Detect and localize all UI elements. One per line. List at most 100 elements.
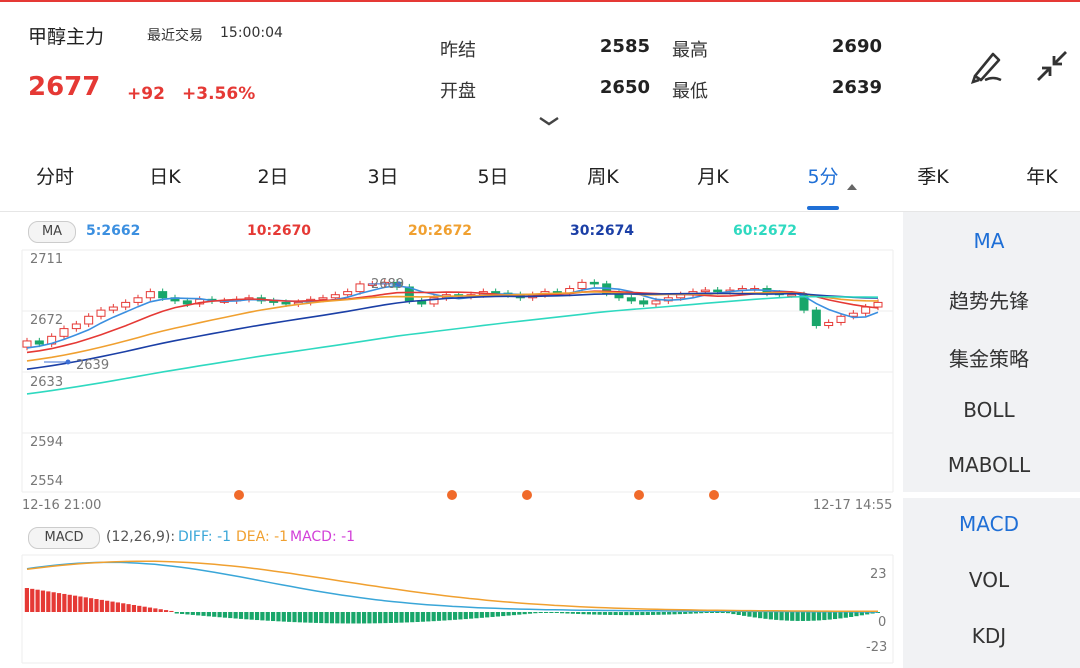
- macd-bar: [458, 612, 463, 620]
- collapse-arrows-icon[interactable]: [1030, 44, 1074, 88]
- macd-bar: [40, 590, 46, 612]
- macd-bar: [324, 612, 329, 624]
- macd-bar: [570, 612, 575, 614]
- macd-bar: [741, 612, 747, 616]
- macd-bar: [313, 612, 319, 623]
- macd-dea: DEA: -1: [236, 529, 289, 545]
- macd-bar: [538, 612, 543, 613]
- price-tick: 2554: [30, 474, 64, 489]
- macd-bar: [597, 612, 602, 615]
- macd-bar: [511, 612, 517, 616]
- macd-bar: [725, 612, 731, 614]
- macd-bar: [404, 612, 410, 623]
- macd-bar: [683, 612, 688, 614]
- macd-bar: [442, 612, 447, 621]
- macd-bar: [228, 612, 233, 619]
- macd-bar: [688, 612, 693, 614]
- macd-bar: [180, 612, 185, 614]
- macd-bar: [581, 612, 586, 615]
- macd-bar: [361, 612, 367, 624]
- sub-indicator-kdj[interactable]: KDJ: [903, 624, 1075, 648]
- indicator-option-strategy[interactable]: 集金策略: [903, 343, 1075, 372]
- macd-bar: [790, 612, 795, 621]
- high-annotation: 2689: [371, 277, 405, 292]
- macd-bar: [731, 612, 736, 615]
- macd-bar: [115, 602, 120, 612]
- candle-body: [71, 323, 81, 330]
- macd-bar: [271, 612, 276, 622]
- indicator-option-trend[interactable]: 趋势先锋: [903, 285, 1075, 314]
- indicator-option-ma[interactable]: MA: [903, 229, 1075, 253]
- ma30-line: [26, 292, 879, 370]
- macd-bar: [46, 591, 51, 612]
- time-end: 12-17 14:55: [813, 498, 893, 513]
- sub-indicator-vol[interactable]: VOL: [903, 568, 1075, 592]
- macd-bar: [720, 612, 725, 613]
- macd-bar: [24, 588, 29, 612]
- macd-bar: [709, 612, 715, 613]
- kline-chart[interactable]: [0, 0, 903, 668]
- candle-body: [59, 328, 69, 337]
- macd-bar: [163, 610, 169, 612]
- macd-bar: [693, 612, 699, 614]
- macd-bar: [479, 612, 484, 618]
- macd-bar: [832, 612, 838, 620]
- macd-bar: [736, 612, 741, 615]
- macd-bar: [784, 612, 790, 621]
- macd-tick: -23: [866, 640, 888, 655]
- macd-bar: [672, 612, 677, 615]
- candle-body: [108, 306, 118, 311]
- macd-bar: [752, 612, 757, 618]
- candle-body: [861, 306, 871, 314]
- price-tick: 2711: [30, 252, 64, 267]
- event-dot: [634, 490, 644, 500]
- macd-bar: [410, 612, 415, 623]
- macd-bar: [527, 612, 533, 614]
- macd-bar: [174, 612, 179, 614]
- macd-tick: 23: [870, 567, 887, 582]
- candle-body: [626, 297, 636, 302]
- macd-bar: [586, 612, 591, 615]
- candle-body: [639, 300, 649, 305]
- macd-bar: [613, 612, 618, 616]
- macd-bar: [447, 612, 452, 621]
- indicator-option-boll[interactable]: BOLL: [903, 398, 1075, 422]
- macd-bar: [608, 612, 613, 615]
- draw-pen-icon[interactable]: [965, 44, 1009, 88]
- side-panel-divider: [903, 492, 1080, 498]
- macd-bar: [394, 612, 399, 623]
- candle-body: [836, 315, 846, 323]
- tab-quarterly-k[interactable]: 季K: [898, 162, 968, 189]
- macd-bar: [254, 612, 260, 621]
- macd-indicator-pill[interactable]: MACD: [28, 527, 100, 549]
- macd-bar: [265, 612, 270, 621]
- indicator-option-maboll[interactable]: MABOLL: [903, 453, 1075, 477]
- macd-bar: [35, 589, 40, 612]
- tab-yearly-k[interactable]: 年K: [1007, 162, 1077, 189]
- macd-bar: [485, 612, 490, 618]
- macd-bar: [704, 612, 709, 613]
- macd-bar: [763, 612, 768, 619]
- macd-bar: [30, 588, 35, 612]
- candle-body: [96, 309, 106, 317]
- macd-bar: [747, 612, 752, 617]
- macd-bar: [811, 612, 816, 621]
- sub-indicator-macd[interactable]: MACD: [903, 512, 1075, 536]
- macd-bar: [185, 612, 190, 615]
- macd-bar: [795, 612, 800, 621]
- macd-bar: [463, 612, 468, 620]
- candle-body: [713, 289, 723, 293]
- macd-bar: [420, 612, 426, 622]
- macd-bar: [142, 606, 147, 612]
- candle-body: [873, 301, 883, 308]
- macd-bar: [779, 612, 784, 621]
- candle-body: [22, 340, 32, 348]
- macd-bar: [292, 612, 297, 623]
- macd-value: MACD: -1: [290, 529, 356, 545]
- macd-bar: [297, 612, 302, 623]
- macd-bar: [206, 612, 211, 617]
- macd-bar: [699, 612, 704, 614]
- macd-bar: [506, 612, 511, 616]
- event-dot: [522, 490, 532, 500]
- macd-bar: [147, 607, 153, 612]
